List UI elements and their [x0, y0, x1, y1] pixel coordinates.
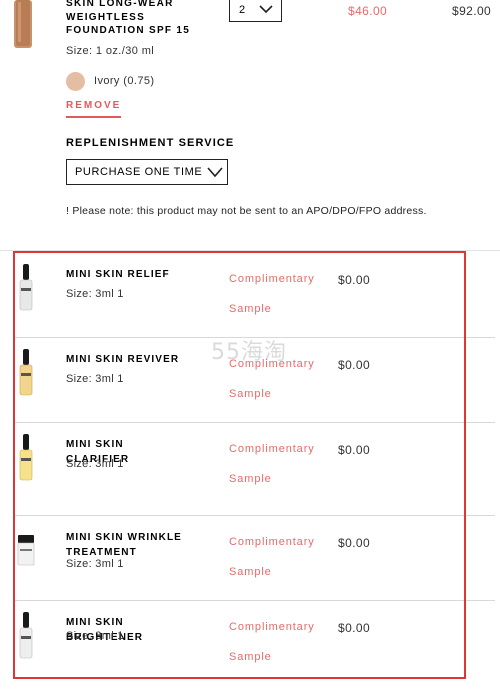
highlight-box	[13, 251, 466, 679]
replenishment-selected: PURCHASE ONE TIME	[75, 166, 203, 178]
quantity-value: 2	[239, 4, 246, 16]
foundation-bottle-image	[8, 0, 38, 50]
shipping-note: ! Please note: this product may not be s…	[66, 205, 427, 217]
shade-swatch	[66, 72, 85, 91]
chevron-down-icon	[207, 167, 223, 178]
replenishment-title: REPLENISHMENT SERVICE	[66, 137, 235, 149]
chevron-down-icon	[259, 5, 273, 14]
shade-name: Ivory (0.75)	[94, 75, 155, 87]
unit-price: $46.00	[348, 4, 388, 18]
quantity-select[interactable]: 2	[229, 0, 282, 22]
total-price: $92.00	[452, 4, 492, 18]
watermark: 55海淘	[211, 340, 287, 365]
replenishment-select[interactable]: PURCHASE ONE TIME	[66, 159, 228, 185]
product-size: Size: 1 oz./30 ml	[66, 45, 155, 57]
product-name[interactable]: SKIN LONG-WEAR WEIGHTLESS FOUNDATION SPF…	[66, 0, 226, 38]
remove-button[interactable]: REMOVE	[66, 100, 121, 118]
